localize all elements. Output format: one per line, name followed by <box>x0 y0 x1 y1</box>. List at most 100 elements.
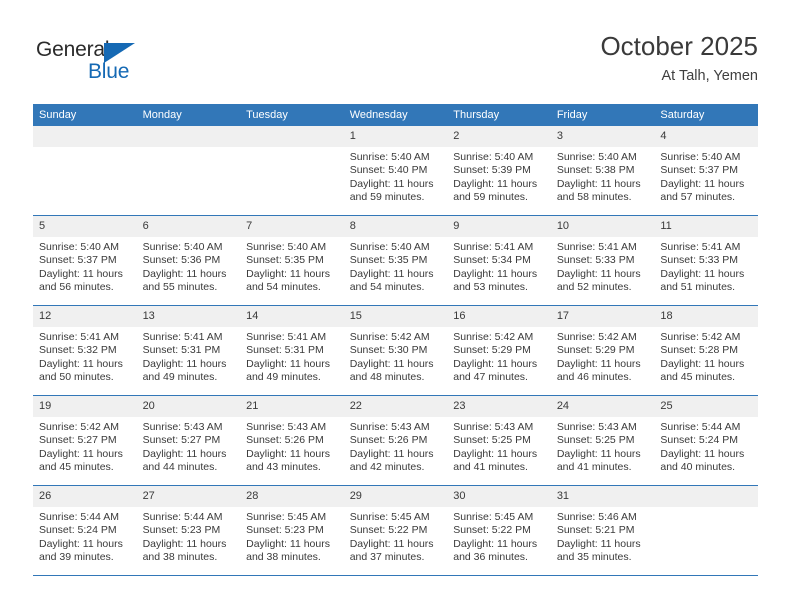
sunrise-text: Sunrise: 5:43 AM <box>349 421 430 433</box>
day-number: 14 <box>240 306 344 327</box>
day-cell-16[interactable]: 16 Sunrise: 5:42 AM Sunset: 5:29 PM Dayligh… <box>447 306 551 395</box>
daylight-text: Daylight: 11 hours and 48 minutes. <box>349 357 434 384</box>
calendar-page: General Blue October 2025 At Talh, Yemen… <box>0 0 792 612</box>
day-cell-26[interactable]: 26 Sunrise: 5:44 AM Sunset: 5:24 PM Dayligh… <box>33 486 137 575</box>
day-number: 31 <box>550 486 655 507</box>
daylight-text: Daylight: 11 hours and 41 minutes. <box>453 447 538 474</box>
sunset-text: Sunset: 5:29 PM <box>453 344 531 357</box>
day-details: Sunrise: 5:45 AM Sunset: 5:22 PM Daylight:… <box>447 507 551 565</box>
day-cell-29[interactable]: 29 Sunrise: 5:45 AM Sunset: 5:22 PM Dayligh… <box>343 486 448 575</box>
day-number: 1 <box>343 126 448 147</box>
day-number: 29 <box>343 486 448 507</box>
day-details: Sunrise: 5:41 AM Sunset: 5:34 PM Daylight:… <box>447 237 551 295</box>
day-cell-empty <box>654 486 758 575</box>
calendar-cell: 3 Sunrise: 5:40 AM Sunset: 5:38 PM Daylight… <box>550 126 655 216</box>
day-cell-18[interactable]: 18 Sunrise: 5:42 AM Sunset: 5:28 PM Dayligh… <box>654 306 758 395</box>
calendar-cell: 2 Sunrise: 5:40 AM Sunset: 5:39 PM Daylight… <box>447 126 551 216</box>
day-details: Sunrise: 5:40 AM Sunset: 5:39 PM Daylight:… <box>447 147 551 205</box>
calendar-cell: 20 Sunrise: 5:43 AM Sunset: 5:27 PM Dayligh… <box>136 395 241 486</box>
general-blue-logo[interactable]: General Blue <box>33 38 263 96</box>
day-cell-24[interactable]: 24 Sunrise: 5:43 AM Sunset: 5:25 PM Dayligh… <box>550 396 655 485</box>
day-cell-19[interactable]: 19 Sunrise: 5:42 AM Sunset: 5:27 PM Dayligh… <box>33 396 137 485</box>
day-number: 21 <box>240 396 344 417</box>
day-cell-7[interactable]: 7 Sunrise: 5:40 AM Sunset: 5:35 PM Daylight… <box>240 216 344 305</box>
day-cell-28[interactable]: 28 Sunrise: 5:45 AM Sunset: 5:23 PM Dayligh… <box>240 486 344 575</box>
day-cell-12[interactable]: 12 Sunrise: 5:41 AM Sunset: 5:32 PM Dayligh… <box>33 306 137 395</box>
day-details: Sunrise: 5:46 AM Sunset: 5:21 PM Daylight:… <box>551 507 655 565</box>
day-cell-14[interactable]: 14 Sunrise: 5:41 AM Sunset: 5:31 PM Dayligh… <box>240 306 344 395</box>
day-cell-15[interactable]: 15 Sunrise: 5:42 AM Sunset: 5:30 PM Dayligh… <box>343 306 448 395</box>
day-number: 4 <box>654 126 758 147</box>
sunrise-text: Sunrise: 5:41 AM <box>39 331 119 343</box>
day-cell-3[interactable]: 3 Sunrise: 5:40 AM Sunset: 5:38 PM Daylight… <box>550 126 655 215</box>
day-cell-17[interactable]: 17 Sunrise: 5:42 AM Sunset: 5:29 PM Dayligh… <box>550 306 655 395</box>
sunrise-text: Sunrise: 5:42 AM <box>349 331 430 343</box>
sunset-text: Sunset: 5:24 PM <box>660 434 739 447</box>
sunset-text: Sunset: 5:38 PM <box>556 164 635 177</box>
calendar-cell: 12 Sunrise: 5:41 AM Sunset: 5:32 PM Dayligh… <box>33 305 137 396</box>
calendar-cell: 24 Sunrise: 5:43 AM Sunset: 5:25 PM Dayligh… <box>550 395 655 486</box>
day-cell-23[interactable]: 23 Sunrise: 5:43 AM Sunset: 5:25 PM Dayligh… <box>447 396 551 485</box>
day-details: Sunrise: 5:43 AM Sunset: 5:25 PM Daylight:… <box>447 417 551 475</box>
day-details: Sunrise: 5:40 AM Sunset: 5:40 PM Daylight:… <box>344 147 448 205</box>
day-details: Sunrise: 5:41 AM Sunset: 5:32 PM Daylight:… <box>33 327 137 385</box>
day-cell-11[interactable]: 11 Sunrise: 5:41 AM Sunset: 5:33 PM Dayligh… <box>654 216 758 305</box>
day-cell-25[interactable]: 25 Sunrise: 5:44 AM Sunset: 5:24 PM Dayligh… <box>654 396 758 485</box>
day-cell-20[interactable]: 20 Sunrise: 5:43 AM Sunset: 5:27 PM Dayligh… <box>136 396 241 485</box>
day-details: Sunrise: 5:41 AM Sunset: 5:31 PM Daylight:… <box>240 327 344 385</box>
day-cell-2[interactable]: 2 Sunrise: 5:40 AM Sunset: 5:39 PM Daylight… <box>447 126 551 215</box>
day-cell-22[interactable]: 22 Sunrise: 5:43 AM Sunset: 5:26 PM Dayligh… <box>343 396 448 485</box>
day-cell-1[interactable]: 1 Sunrise: 5:40 AM Sunset: 5:40 PM Daylight… <box>343 126 448 215</box>
day-details: Sunrise: 5:40 AM Sunset: 5:37 PM Daylight:… <box>33 237 137 295</box>
calendar-cell: 31 Sunrise: 5:46 AM Sunset: 5:21 PM Dayligh… <box>550 485 655 576</box>
sunrise-text: Sunrise: 5:40 AM <box>556 151 637 163</box>
sunrise-text: Sunrise: 5:45 AM <box>453 511 534 523</box>
day-cell-27[interactable]: 27 Sunrise: 5:44 AM Sunset: 5:23 PM Dayligh… <box>136 486 241 575</box>
calendar-cell: 19 Sunrise: 5:42 AM Sunset: 5:27 PM Dayligh… <box>33 395 137 486</box>
day-number: 27 <box>136 486 241 507</box>
sunset-text: Sunset: 5:33 PM <box>556 254 635 267</box>
day-cell-8[interactable]: 8 Sunrise: 5:40 AM Sunset: 5:35 PM Daylight… <box>343 216 448 305</box>
sunset-text: Sunset: 5:39 PM <box>453 164 531 177</box>
daylight-text: Daylight: 11 hours and 51 minutes. <box>660 267 745 294</box>
title-block: October 2025 At Talh, Yemen <box>600 30 758 86</box>
calendar-cell: 11 Sunrise: 5:41 AM Sunset: 5:33 PM Dayligh… <box>654 215 758 306</box>
day-number <box>136 126 241 147</box>
day-cell-31[interactable]: 31 Sunrise: 5:46 AM Sunset: 5:21 PM Dayligh… <box>550 486 655 575</box>
calendar-week-row: 5 Sunrise: 5:40 AM Sunset: 5:37 PM Daylight… <box>33 215 758 306</box>
daylight-text: Daylight: 11 hours and 39 minutes. <box>39 537 123 564</box>
sunset-text: Sunset: 5:25 PM <box>556 434 635 447</box>
calendar-cell: 23 Sunrise: 5:43 AM Sunset: 5:25 PM Dayligh… <box>447 395 551 486</box>
calendar-week-row: 1 Sunrise: 5:40 AM Sunset: 5:40 PM Daylight… <box>33 126 758 216</box>
day-details: Sunrise: 5:42 AM Sunset: 5:29 PM Daylight:… <box>447 327 551 385</box>
daylight-text: Daylight: 11 hours and 44 minutes. <box>142 447 227 474</box>
sunset-text: Sunset: 5:25 PM <box>453 434 531 447</box>
daylight-text: Daylight: 11 hours and 47 minutes. <box>453 357 538 384</box>
calendar-cell <box>33 126 137 216</box>
calendar-cell: 4 Sunrise: 5:40 AM Sunset: 5:37 PM Daylight… <box>654 126 758 216</box>
daylight-text: Daylight: 11 hours and 38 minutes. <box>142 537 227 564</box>
day-cell-4[interactable]: 4 Sunrise: 5:40 AM Sunset: 5:37 PM Daylight… <box>654 126 758 215</box>
page-header: General Blue October 2025 At Talh, Yemen <box>33 30 758 98</box>
day-details: Sunrise: 5:40 AM Sunset: 5:37 PM Daylight:… <box>654 147 758 205</box>
day-number: 19 <box>33 396 137 417</box>
sunrise-text: Sunrise: 5:41 AM <box>556 241 637 253</box>
sunrise-text: Sunrise: 5:40 AM <box>142 241 223 253</box>
weekday-header-friday: Friday <box>550 104 655 126</box>
sunrise-text: Sunrise: 5:43 AM <box>453 421 534 433</box>
day-number: 22 <box>343 396 448 417</box>
day-cell-6[interactable]: 6 Sunrise: 5:40 AM Sunset: 5:36 PM Daylight… <box>136 216 241 305</box>
calendar-cell: 27 Sunrise: 5:44 AM Sunset: 5:23 PM Dayligh… <box>136 485 241 576</box>
day-number: 10 <box>550 216 655 237</box>
day-cell-30[interactable]: 30 Sunrise: 5:45 AM Sunset: 5:22 PM Dayligh… <box>447 486 551 575</box>
sunset-text: Sunset: 5:26 PM <box>246 434 324 447</box>
day-cell-21[interactable]: 21 Sunrise: 5:43 AM Sunset: 5:26 PM Dayligh… <box>240 396 344 485</box>
calendar-body: 1 Sunrise: 5:40 AM Sunset: 5:40 PM Daylight… <box>33 126 758 576</box>
sunset-text: Sunset: 5:21 PM <box>556 524 635 537</box>
day-cell-9[interactable]: 9 Sunrise: 5:41 AM Sunset: 5:34 PM Daylight… <box>447 216 551 305</box>
calendar-cell: 16 Sunrise: 5:42 AM Sunset: 5:29 PM Dayligh… <box>447 305 551 396</box>
day-cell-13[interactable]: 13 Sunrise: 5:41 AM Sunset: 5:31 PM Dayligh… <box>136 306 241 395</box>
day-number <box>654 486 758 507</box>
day-cell-5[interactable]: 5 Sunrise: 5:40 AM Sunset: 5:37 PM Daylight… <box>33 216 137 305</box>
day-cell-10[interactable]: 10 Sunrise: 5:41 AM Sunset: 5:33 PM Dayligh… <box>550 216 655 305</box>
